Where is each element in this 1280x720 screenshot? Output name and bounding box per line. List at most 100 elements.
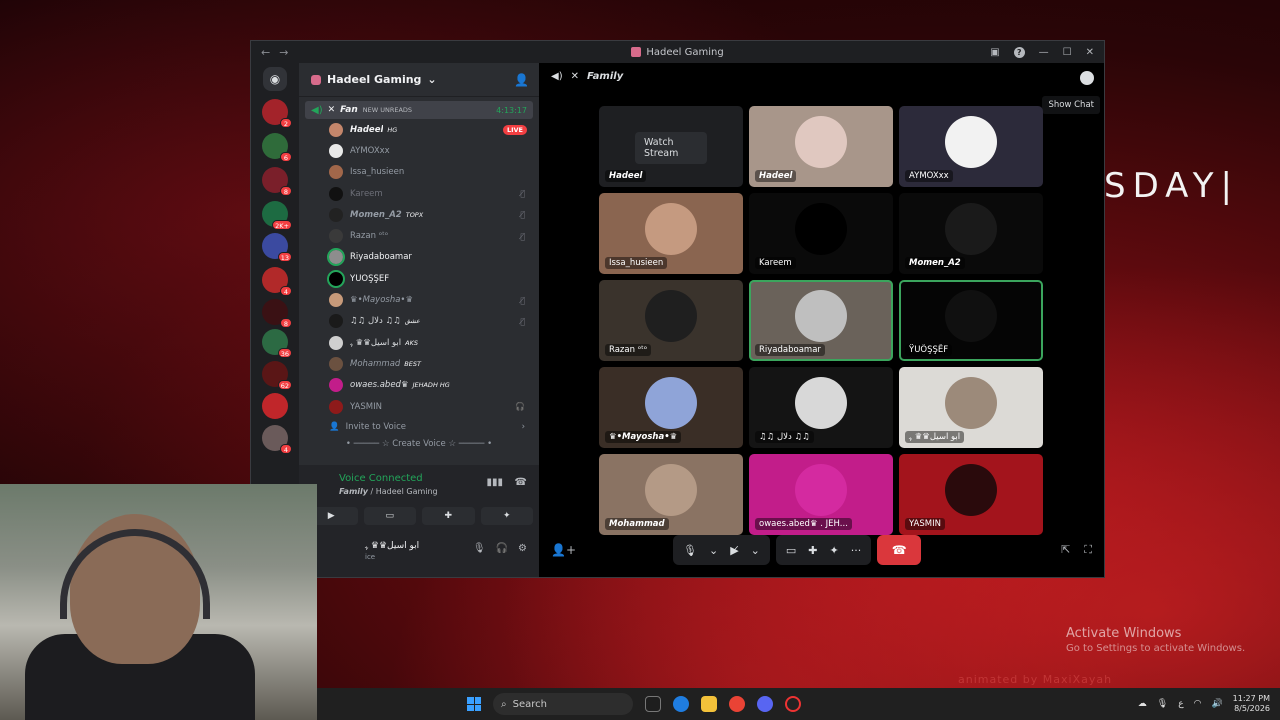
participant-tile[interactable]: ♫♫ دلال ♫♫ xyxy=(749,367,893,448)
volume-icon[interactable]: 🔊 xyxy=(1211,699,1222,709)
new-unreads-label[interactable]: NEW UNREADS xyxy=(363,106,412,114)
participant-tile[interactable]: Issa_husieen xyxy=(599,193,743,274)
screen-share-button[interactable]: ▭ xyxy=(363,507,416,525)
chevron-down-icon[interactable]: ⌄ xyxy=(709,544,718,557)
speaker-icon: ◀) xyxy=(551,71,563,82)
server-icon xyxy=(631,47,642,57)
microphone-icon[interactable]: 🎙 xyxy=(683,544,697,557)
server-icon-11[interactable]: 4 xyxy=(262,425,292,454)
participant-tile[interactable]: Mohammad xyxy=(599,454,743,535)
invite-user-icon[interactable]: 👤+ xyxy=(551,543,576,557)
clock[interactable]: 11:27 PM 8/5/2026 xyxy=(1233,694,1270,714)
speaker-icon: ◀) xyxy=(311,104,323,116)
unread-badge: 62 xyxy=(277,380,292,390)
edge-icon[interactable] xyxy=(673,696,689,712)
participant-tile[interactable]: Kareem xyxy=(749,193,893,274)
server-icon-1[interactable]: 2 xyxy=(262,99,292,128)
cloud-icon[interactable]: ☁ xyxy=(1138,699,1147,709)
more-icon[interactable]: ··· xyxy=(851,544,862,557)
invite-to-voice[interactable]: 👤 Invite to Voice › xyxy=(299,417,539,437)
server-icon-3[interactable]: 8 xyxy=(262,167,292,196)
discord-home-icon[interactable]: ◉ xyxy=(263,67,287,91)
voice-panel: Voice Connected Family / Hadeel Gaming ▮… xyxy=(299,465,539,577)
member-row[interactable]: Mohammad BEST xyxy=(299,353,539,374)
participant-tile[interactable]: Razan ᵒᵗᵒ xyxy=(599,280,743,361)
member-row[interactable]: Momen_A2 TOPX 🎙̸ xyxy=(299,204,539,225)
member-row[interactable]: Riyadaboamar xyxy=(299,247,539,268)
file-explorer-icon[interactable] xyxy=(701,696,717,712)
show-chat-icon[interactable] xyxy=(1080,71,1094,85)
windows-start-icon[interactable] xyxy=(467,697,481,711)
member-row[interactable]: Hadeel HG LIVE xyxy=(299,119,539,140)
server-icon-5[interactable]: 13 xyxy=(262,233,292,262)
camera-off-icon[interactable]: ▶̸ xyxy=(730,544,738,557)
create-voice-category[interactable]: • ───── ☆ Create Voice ☆ ───── • xyxy=(299,439,539,449)
server-icon-2[interactable]: 6 xyxy=(262,133,292,162)
participant-tile[interactable]: YASMIN xyxy=(899,454,1043,535)
member-row[interactable]: ♛•Mayosha•♛ 🎙̸ xyxy=(299,289,539,310)
language-indicator[interactable]: ع xyxy=(1178,699,1183,709)
activities-icon[interactable]: ✚ xyxy=(808,544,817,557)
member-row[interactable]: Kareem 🎙̸ xyxy=(299,183,539,204)
participant-tile[interactable]: ŸUÖŞŞÊF xyxy=(899,280,1043,361)
task-view-icon[interactable] xyxy=(645,696,661,712)
avatar xyxy=(329,293,343,308)
chevron-down-icon[interactable]: ⌄ xyxy=(751,544,760,557)
wifi-icon[interactable]: ◠ xyxy=(1194,699,1202,709)
disconnect-icon[interactable]: ☎ xyxy=(515,477,527,488)
member-row[interactable]: Issa_husieen xyxy=(299,162,539,183)
activate-title: Activate Windows xyxy=(1066,626,1182,641)
watch-stream-button[interactable]: Watch Stream xyxy=(635,131,707,164)
member-row[interactable]: ♫♫ دلال ♫♫ عشق 🎙̸ xyxy=(299,311,539,332)
headphones-icon[interactable]: 🎧 xyxy=(496,543,508,554)
microphone-icon[interactable]: 🎙 xyxy=(473,543,486,554)
taskbar-search[interactable]: ⌕ Search xyxy=(493,693,633,715)
server-header[interactable]: Hadeel Gaming ⌄ 👤 xyxy=(299,63,539,97)
microphone-tray-icon[interactable]: 🎙 xyxy=(1157,699,1168,709)
server-icon-8[interactable]: 36 xyxy=(262,329,292,358)
voice-channel-family[interactable]: ◀) ✕ Fan NEW UNREADS 4:13:17 xyxy=(305,101,533,119)
pop-out-icon[interactable]: ⇱ xyxy=(1061,543,1070,557)
member-tag: HG xyxy=(387,125,398,134)
search-icon: ⌕ xyxy=(501,698,507,710)
voice-connected-status[interactable]: Voice Connected xyxy=(339,473,423,484)
obs-icon[interactable] xyxy=(785,696,801,712)
participant-tile[interactable]: ابو اسيل♛♛ ﮩ xyxy=(899,367,1043,448)
participant-tile[interactable]: AYMOXxx xyxy=(899,106,1043,187)
server-icon-9[interactable]: 62 xyxy=(262,361,292,390)
server-icon-10[interactable] xyxy=(262,393,288,419)
server-icon-6[interactable]: 4 xyxy=(262,267,292,296)
avatar xyxy=(945,463,997,516)
participant-tile[interactable]: Watch Stream Hadeel xyxy=(599,106,743,187)
screen-share-icon[interactable]: ▭ xyxy=(786,544,796,557)
member-row[interactable]: AYMOXxx xyxy=(299,140,539,161)
add-user-icon[interactable]: 👤 xyxy=(514,73,529,87)
voice-location[interactable]: Family / Hadeel Gaming xyxy=(339,487,438,496)
soundboard-icon[interactable]: ✦ xyxy=(830,544,839,557)
member-name: ♛•Mayosha•♛ xyxy=(350,295,414,306)
member-row[interactable]: ŸUÖŞŞÊF xyxy=(299,268,539,289)
avatar xyxy=(645,202,697,255)
leave-call-button[interactable]: ☎ xyxy=(877,535,922,565)
server-icon-4[interactable]: 2K+ xyxy=(262,201,292,230)
participant-tile[interactable]: Hadeel xyxy=(749,106,893,187)
participant-tile[interactable]: Riyadaboamar xyxy=(749,280,893,361)
member-row[interactable]: owaes.abed♛ JEHADH HG xyxy=(299,375,539,396)
participant-tile[interactable]: owaes.abed♛ . JEH... xyxy=(749,454,893,535)
member-row[interactable]: ابو اسيل♛♛ ﮩ AKS xyxy=(299,332,539,353)
signal-icon[interactable]: ▮▮▮ xyxy=(486,477,503,488)
participant-tile[interactable]: ♛•Mayosha•♛ xyxy=(599,367,743,448)
server-icon-7[interactable]: 8 xyxy=(262,299,292,328)
participant-tile[interactable]: Momen_A2 xyxy=(899,193,1043,274)
activities-button[interactable]: ✚ xyxy=(422,507,475,525)
soundboard-button[interactable]: ✦ xyxy=(480,507,533,525)
fullscreen-icon[interactable]: ⛶ xyxy=(1084,543,1092,557)
member-name: ابو اسيل♛♛ ﮩ xyxy=(350,337,402,348)
self-username[interactable]: ابو اسيل♛♛ ﮩ xyxy=(365,541,419,551)
member-row[interactable]: YASMIN 🎧 xyxy=(299,396,539,417)
share-controls: ▭ ✚ ✦ ··· xyxy=(775,535,872,565)
settings-gear-icon[interactable]: ⚙ xyxy=(518,543,527,554)
discord-icon[interactable] xyxy=(757,696,773,712)
chrome-icon[interactable] xyxy=(729,696,745,712)
member-row[interactable]: Razan ᵒᵗᵒ 🎙̸ xyxy=(299,225,539,246)
